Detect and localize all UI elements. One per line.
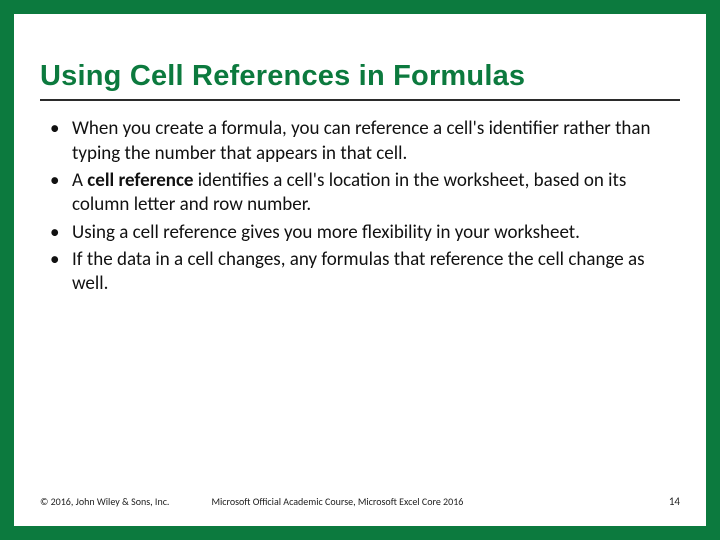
- bullet-bold: cell reference: [87, 169, 193, 192]
- slide-body: When you create a formula, you can refer…: [40, 117, 680, 495]
- footer-copyright: © 2016, John Wiley & Sons, Inc.: [40, 495, 169, 508]
- list-item: If the data in a cell changes, any formu…: [42, 248, 680, 297]
- bullet-text: When you create a formula, you can refer…: [72, 117, 651, 164]
- slide-title: Using Cell References in Formulas: [40, 60, 680, 101]
- footer-course: Microsoft Official Academic Course, Micr…: [211, 495, 463, 508]
- list-item: When you create a formula, you can refer…: [42, 117, 680, 166]
- bullet-text: Using a cell reference gives you more fl…: [72, 221, 580, 244]
- bullet-list: When you create a formula, you can refer…: [40, 117, 680, 296]
- bullet-text: If the data in a cell changes, any formu…: [72, 248, 645, 295]
- footer-page-number: 14: [669, 495, 680, 508]
- list-item: Using a cell reference gives you more fl…: [42, 221, 680, 245]
- slide-footer: © 2016, John Wiley & Sons, Inc. Microsof…: [40, 495, 680, 508]
- bullet-text: A: [72, 169, 87, 192]
- list-item: A cell reference identifies a cell's loc…: [42, 169, 680, 218]
- slide: Using Cell References in Formulas When y…: [14, 14, 706, 526]
